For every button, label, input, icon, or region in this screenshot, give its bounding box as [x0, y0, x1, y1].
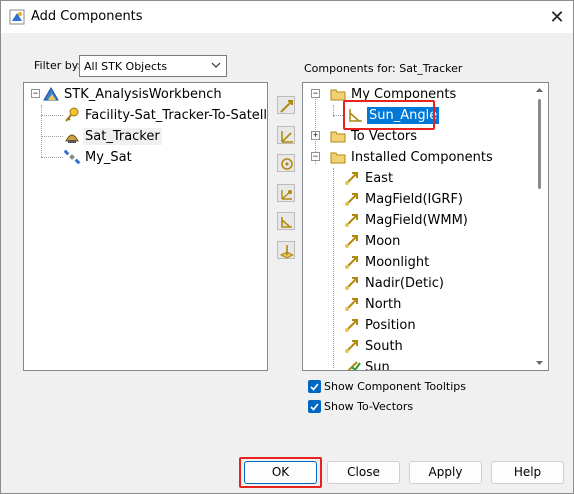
app-icon	[9, 9, 25, 25]
add-components-dialog: Add Components ✕ Filter by: All STK Obje…	[0, 0, 574, 494]
tree-node-east[interactable]: East	[343, 168, 395, 188]
tree-node-sun[interactable]: Sun	[343, 357, 392, 371]
filter-dropdown[interactable]: All STK Objects	[79, 55, 227, 77]
tree-node-my-sat[interactable]: My_Sat	[63, 147, 134, 167]
tree-node-label: North	[365, 296, 402, 312]
tree-node-north[interactable]: North	[343, 294, 403, 314]
tree-node-moon[interactable]: Moon	[343, 231, 402, 251]
collapse-toggle[interactable]: −	[311, 89, 320, 98]
tree-node-label: Moon	[365, 233, 401, 249]
collapse-toggle[interactable]: −	[31, 89, 40, 98]
scroll-down-icon[interactable]	[535, 358, 544, 367]
plane-icon	[279, 245, 295, 259]
close-button[interactable]: Close	[327, 461, 400, 484]
vector-icon	[345, 256, 358, 269]
apply-button[interactable]: Apply	[409, 461, 482, 484]
add-point-button[interactable]	[277, 154, 295, 172]
components-for-label: Components for: Sat_Tracker	[304, 62, 463, 75]
vector-icon	[345, 214, 358, 227]
show-tooltips-label: Show Component Tooltips	[324, 379, 466, 393]
tree-node-label: MagField(IGRF)	[365, 191, 464, 207]
add-vector-button[interactable]	[277, 96, 295, 114]
tree-node-south[interactable]: South	[343, 336, 405, 356]
vector-check-icon	[347, 361, 361, 370]
filter-label: Filter by:	[34, 59, 82, 72]
tree-node-root[interactable]: STK_AnalysisWorkbench	[42, 84, 224, 104]
components-scrollbar[interactable]	[531, 83, 548, 370]
scroll-thumb[interactable]	[538, 99, 541, 189]
tree-node-label: Sun	[365, 359, 390, 371]
add-angle-button[interactable]	[277, 212, 295, 230]
tree-node-label: Installed Components	[351, 149, 493, 165]
tree-node-nadir-detic[interactable]: Nadir(Detic)	[343, 273, 446, 293]
tree-node-facility-link[interactable]: Facility-Sat_Tracker-To-Satellit...	[63, 105, 268, 125]
tree-node-sat-tracker[interactable]: Sat_Tracker	[63, 126, 162, 146]
tree-node-label: STK_AnalysisWorkbench	[64, 86, 222, 102]
point-icon	[281, 158, 293, 170]
system-icon	[281, 190, 292, 200]
show-to-vectors-label: Show To-Vectors	[324, 399, 414, 413]
chevron-down-icon	[211, 62, 221, 68]
folder-icon	[330, 152, 346, 164]
tree-node-position[interactable]: Position	[343, 315, 418, 335]
key-icon	[65, 107, 79, 122]
add-plane-button[interactable]	[277, 241, 295, 259]
ok-button-highlight	[239, 457, 322, 488]
tree-node-label: My_Sat	[85, 149, 132, 165]
tree-node-label: Facility-Sat_Tracker-To-Satellit...	[85, 107, 268, 123]
tree-node-installed[interactable]: Installed Components	[329, 147, 495, 167]
close-window-button[interactable]: ✕	[547, 7, 567, 27]
tree-node-label: Nadir(Detic)	[365, 275, 444, 291]
tree-node-label: Position	[365, 317, 416, 333]
vector-icon	[345, 277, 358, 290]
expand-toggle[interactable]: +	[311, 131, 320, 140]
vector-icon	[345, 193, 358, 206]
collapse-toggle[interactable]: −	[311, 152, 320, 161]
vector-icon	[345, 298, 358, 311]
tree-node-label: Moonlight	[365, 254, 430, 270]
filter-value: All STK Objects	[84, 60, 168, 73]
tree-node-label: South	[365, 338, 403, 354]
add-axes-button[interactable]	[277, 126, 295, 144]
satellite-icon	[63, 149, 81, 165]
scroll-up-icon[interactable]	[535, 86, 544, 95]
object-tree[interactable]: − STK_AnalysisWorkbench Facility-Sat_Tra…	[23, 82, 268, 371]
sun-angle-highlight	[343, 100, 435, 130]
tree-node-label: Sat_Tracker	[83, 127, 162, 145]
vector-icon	[280, 100, 293, 113]
dialog-title: Add Components	[31, 9, 143, 24]
angle-icon	[281, 217, 292, 228]
vector-icon	[345, 319, 358, 332]
facility-icon	[65, 134, 79, 143]
help-button[interactable]: Help	[491, 461, 564, 484]
tree-node-magfield-wmm[interactable]: MagField(WMM)	[343, 210, 470, 230]
show-tooltips-option[interactable]: Show Component Tooltips	[308, 378, 466, 394]
tree-node-magfield-igrf[interactable]: MagField(IGRF)	[343, 189, 465, 209]
tree-node-label: MagField(WMM)	[365, 212, 468, 228]
tree-node-moonlight[interactable]: Moonlight	[343, 252, 431, 272]
check-icon	[310, 402, 319, 411]
axes-icon	[281, 131, 293, 143]
check-icon	[310, 382, 319, 391]
vector-icon	[345, 235, 358, 248]
vector-icon	[345, 172, 358, 185]
tree-node-label: East	[365, 170, 394, 186]
tree-node-label: To Vectors	[351, 128, 418, 144]
show-to-vectors-checkbox[interactable]	[308, 399, 321, 413]
add-system-button[interactable]	[277, 184, 295, 202]
title-bar: Add Components ✕	[1, 1, 573, 33]
scenario-icon	[43, 87, 59, 101]
show-tooltips-checkbox[interactable]	[308, 379, 321, 393]
vector-icon	[345, 340, 358, 353]
show-to-vectors-option[interactable]: Show To-Vectors	[308, 398, 413, 414]
